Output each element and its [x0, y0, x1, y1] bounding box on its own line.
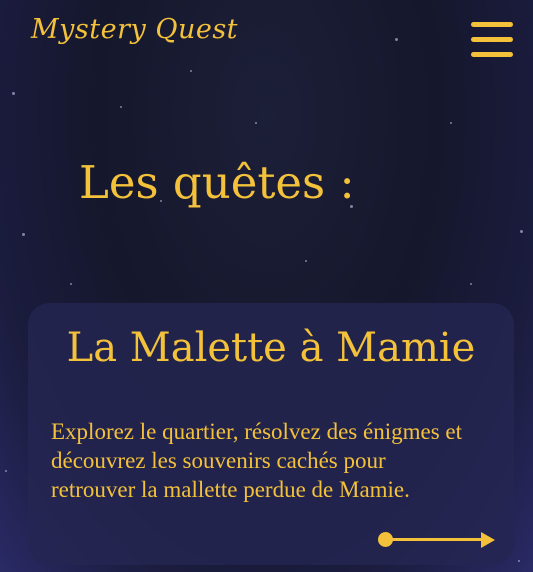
menu-bar	[471, 22, 513, 27]
arrow-head	[481, 532, 495, 548]
arrow-right-icon[interactable]	[378, 529, 496, 551]
quest-description: Explorez le quartier, résolvez des énigm…	[51, 419, 462, 502]
quest-title: La Malette à Mamie	[66, 325, 476, 371]
quest-card[interactable]: La Malette à Mamie Explorez le quartier,…	[28, 303, 514, 565]
arrow-tail-dot	[378, 532, 393, 547]
menu-bar	[471, 52, 513, 57]
arrow-shaft	[386, 538, 486, 541]
menu-bar	[471, 37, 513, 42]
app-logo-title[interactable]: Mystery Quest	[31, 14, 238, 45]
hamburger-menu-icon[interactable]	[471, 22, 513, 58]
page-title: Les quêtes :	[79, 156, 355, 209]
